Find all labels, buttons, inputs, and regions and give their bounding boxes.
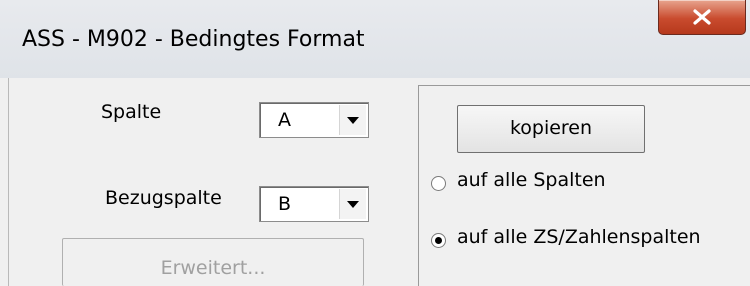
dialog-body: Spalte A Bezugspalte B Erweitert... kopi… [8, 78, 750, 286]
spalte-value: A [278, 109, 291, 131]
close-icon [693, 9, 711, 25]
bezugspalte-value: B [278, 193, 292, 215]
radio-auf-alle-zs-zahlenspalten-label[interactable]: auf alle ZS/Zahlenspalten [457, 226, 701, 248]
close-button[interactable] [658, 0, 746, 35]
kopieren-button[interactable]: kopieren [457, 105, 645, 153]
spalte-label: Spalte [101, 101, 162, 123]
window-title: ASS - M902 - Bedingtes Format [22, 27, 365, 52]
erweitert-label: Erweitert... [160, 257, 266, 279]
bezugspalte-dropdown[interactable]: B [259, 186, 369, 222]
chevron-down-icon[interactable] [339, 105, 366, 135]
spalte-dropdown[interactable]: A [259, 102, 369, 138]
erweitert-button[interactable]: Erweitert... [62, 238, 364, 286]
radio-auf-alle-spalten[interactable] [431, 176, 446, 191]
radio-auf-alle-zs-zahlenspalten[interactable] [431, 233, 446, 248]
bezugspalte-label: Bezugspalte [105, 187, 222, 209]
title-bar[interactable]: ASS - M902 - Bedingtes Format [0, 0, 750, 78]
dialog-window: ASS - M902 - Bedingtes Format Spalte A B… [0, 0, 750, 286]
chevron-down-icon[interactable] [339, 189, 366, 219]
radio-auf-alle-spalten-label[interactable]: auf alle Spalten [457, 169, 606, 191]
kopieren-label: kopieren [509, 117, 593, 139]
